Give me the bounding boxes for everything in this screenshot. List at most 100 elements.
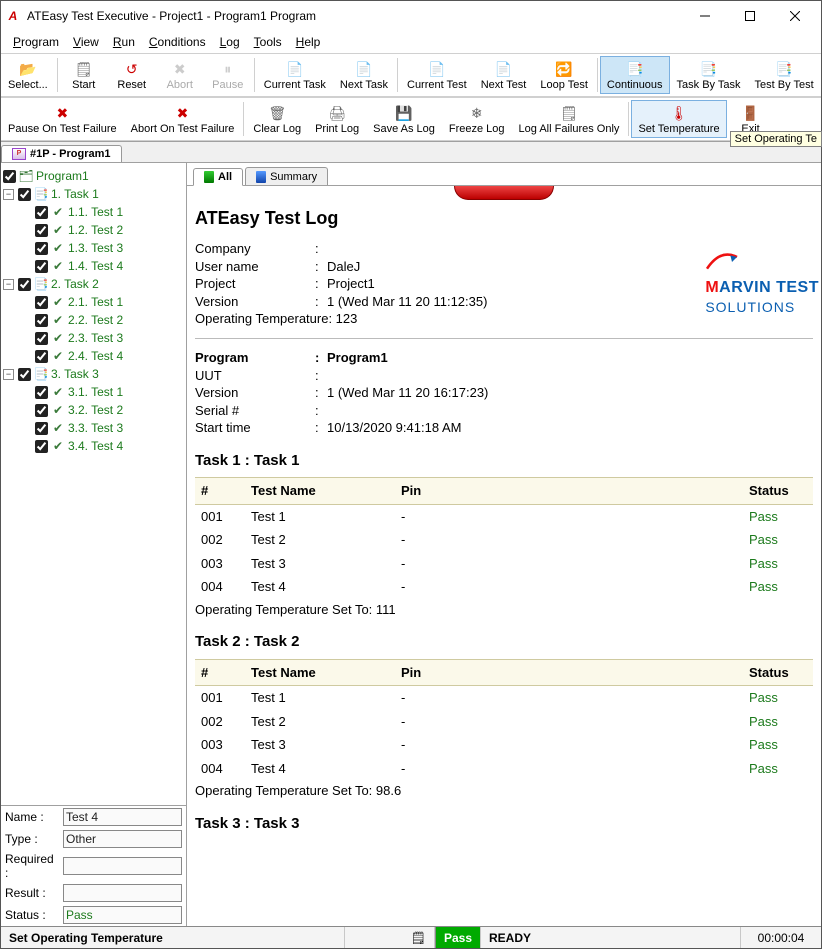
tree-task-1[interactable]: − 📑 1. Task 1 [3, 185, 184, 203]
test-by-test-button[interactable]: 📑Test By Test [748, 56, 821, 94]
tree-check[interactable] [18, 278, 31, 291]
program-icon: P [12, 148, 26, 160]
menu-program[interactable]: Program [7, 33, 65, 51]
tree-check[interactable] [35, 260, 48, 273]
tree-check[interactable] [18, 188, 31, 201]
freeze-log-button[interactable]: ❄Freeze Log [442, 100, 512, 138]
tree-test[interactable]: ✔1.3. Test 3 [3, 239, 184, 257]
tree-root[interactable]: 🗂 Program1 [3, 167, 184, 185]
print-log-button[interactable]: 🖨Print Log [308, 100, 366, 138]
current-task-button[interactable]: 📄Current Task [257, 56, 333, 94]
tree-test[interactable]: ✔3.1. Test 1 [3, 383, 184, 401]
tree-test[interactable]: ✔2.1. Test 1 [3, 293, 184, 311]
table-row: 001Test 1-Pass [195, 504, 813, 528]
collapse-icon[interactable]: − [3, 189, 14, 200]
log-body[interactable]: ATEasy Test Log MARVIN TEST SOLUTIONS Co… [187, 186, 821, 926]
log-header-block: MARVIN TEST SOLUTIONS Company: User name… [195, 240, 813, 328]
log-failures-button[interactable]: 🗒Log All Failures Only [512, 100, 627, 138]
maximize-button[interactable] [727, 2, 772, 30]
reset-button[interactable]: ↺Reset [108, 56, 156, 94]
next-task-button[interactable]: 📄Next Task [333, 56, 395, 94]
tree-test[interactable]: ✔1.1. Test 1 [3, 203, 184, 221]
save-log-button[interactable]: 💾Save As Log [366, 100, 442, 138]
task-by-task-button[interactable]: 📑Task By Task [670, 56, 748, 94]
status-message: Set Operating Temperature [1, 927, 345, 948]
tree-test[interactable]: ✔2.3. Test 3 [3, 329, 184, 347]
menu-tools[interactable]: Tools [248, 33, 288, 51]
log-tab-summary[interactable]: Summary [245, 167, 328, 185]
collapse-icon[interactable]: − [3, 279, 14, 290]
print-log-icon: 🖨 [325, 103, 349, 123]
table-header-row: # Test Name Pin Status [195, 478, 813, 505]
tree-task-2[interactable]: − 📑 2. Task 2 [3, 275, 184, 293]
tree-test[interactable]: ✔1.4. Test 4 [3, 257, 184, 275]
pause-on-fail-button[interactable]: ✖Pause On Test Failure [1, 100, 124, 138]
window-controls [682, 2, 817, 30]
prop-name-field[interactable] [63, 808, 182, 826]
tree-check[interactable] [35, 242, 48, 255]
tree-test[interactable]: ✔3.2. Test 2 [3, 401, 184, 419]
tree-check[interactable] [35, 332, 48, 345]
right-pane: All Summary ATEasy Test Log MARVIN TEST … [187, 163, 821, 926]
tree-test[interactable]: ✔1.2. Test 2 [3, 221, 184, 239]
table-row: 001Test 1-Pass [195, 686, 813, 710]
tree-check[interactable] [35, 440, 48, 453]
start-button[interactable]: 🗒Start [60, 56, 108, 94]
close-button[interactable] [772, 2, 817, 30]
menu-view[interactable]: View [67, 33, 105, 51]
tree-test[interactable]: ✔3.3. Test 3 [3, 419, 184, 437]
prop-result-field[interactable] [63, 884, 182, 902]
current-test-button[interactable]: 📄Current Test [400, 56, 474, 94]
tree-test[interactable]: ✔3.4. Test 4 [3, 437, 184, 455]
tree-task-3[interactable]: − 📑 3. Task 3 [3, 365, 184, 383]
table-row: 003Test 3-Pass [195, 733, 813, 757]
select-button[interactable]: 📂Select... [1, 56, 55, 94]
continuous-button[interactable]: 📑Continuous [600, 56, 670, 94]
menu-run[interactable]: Run [107, 33, 141, 51]
clear-log-icon: 🗑 [265, 103, 289, 123]
tree-check[interactable] [35, 422, 48, 435]
prop-status-label: Status : [1, 904, 59, 926]
test-by-test-icon: 📑 [772, 59, 796, 79]
task-icon: 📑 [33, 187, 49, 201]
tree-check[interactable] [35, 404, 48, 417]
minimize-button[interactable] [682, 2, 727, 30]
toolbar-1: 📂Select... 🗒Start ↺Reset ✖Abort ⏸Pause 📄… [1, 53, 821, 97]
status-bar-indicator [454, 186, 554, 200]
test-icon: ✔ [50, 223, 66, 237]
tree-test[interactable]: ✔2.2. Test 2 [3, 311, 184, 329]
app-icon: A [5, 8, 21, 24]
menu-conditions[interactable]: Conditions [143, 33, 212, 51]
collapse-icon[interactable]: − [3, 369, 14, 380]
log-tab-all[interactable]: All [193, 168, 243, 186]
abort-icon: ✖ [168, 59, 192, 79]
tree-check[interactable] [35, 314, 48, 327]
abort-on-fail-button[interactable]: ✖Abort On Test Failure [124, 100, 242, 138]
test-tree[interactable]: 🗂 Program1 − 📑 1. Task 1 ✔1.1. Test 1 ✔1… [1, 163, 186, 805]
tree-check[interactable] [35, 296, 48, 309]
toolbar-2: ✖Pause On Test Failure ✖Abort On Test Fa… [1, 97, 821, 141]
project-tab-program1[interactable]: P #1P - Program1 [1, 145, 122, 162]
next-test-button[interactable]: 📄Next Test [474, 56, 534, 94]
tree-test[interactable]: ✔2.4. Test 4 [3, 347, 184, 365]
prop-type-field[interactable] [63, 830, 182, 848]
tree-check[interactable] [18, 368, 31, 381]
test-icon: ✔ [50, 295, 66, 309]
tab-all-icon [204, 171, 214, 183]
prop-required-field[interactable] [63, 857, 182, 875]
loop-test-button[interactable]: 🔁Loop Test [533, 56, 595, 94]
tree-check[interactable] [35, 350, 48, 363]
freeze-log-icon: ❄ [465, 103, 489, 123]
menu-help[interactable]: Help [290, 33, 327, 51]
status-icons: 🗒 [345, 927, 435, 948]
tree-check[interactable] [35, 386, 48, 399]
tree-check[interactable] [35, 206, 48, 219]
set-temperature-button[interactable]: 🌡Set Temperature [631, 100, 726, 138]
tree-check[interactable] [35, 224, 48, 237]
tree-root-check[interactable] [3, 170, 16, 183]
clear-log-button[interactable]: 🗑Clear Log [246, 100, 308, 138]
menu-log[interactable]: Log [214, 33, 246, 51]
test-icon: ✔ [50, 385, 66, 399]
test-icon: ✔ [50, 403, 66, 417]
prop-status-field[interactable] [63, 906, 182, 924]
